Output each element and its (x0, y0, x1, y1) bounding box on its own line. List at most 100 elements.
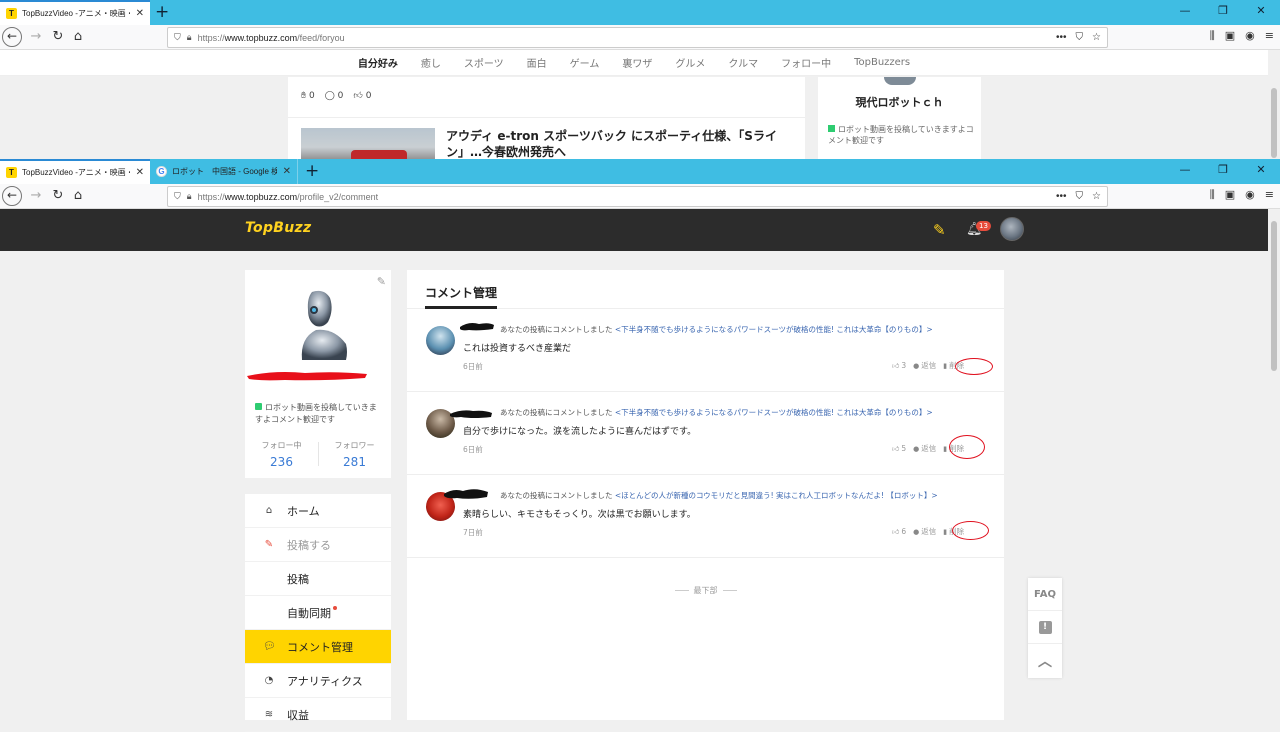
bookmark-star-icon[interactable]: ☆ (1092, 32, 1101, 43)
thumb-up-icon: 👍︎ (892, 362, 900, 370)
channel-name: 現代ロボットｃｈ (855, 96, 944, 109)
user-avatar[interactable] (1000, 217, 1024, 241)
pencil-icon[interactable]: ✎ (933, 221, 951, 239)
reply-button[interactable]: ● 返信 (913, 443, 936, 454)
new-tab-icon[interactable]: + (305, 161, 319, 181)
like-button[interactable]: 👍︎ 5 (892, 444, 906, 453)
close-tab-icon[interactable]: ✕ (136, 167, 144, 178)
article-thumbnail[interactable] (301, 128, 435, 160)
post-title-link[interactable]: <ほとんどの人が新種のコウモリだと見間違う! 実はこれ人工ロボットなんだよ! 【… (615, 491, 938, 500)
account-icon[interactable]: ◉ (1245, 188, 1255, 202)
category-item[interactable]: スポーツ (464, 55, 504, 70)
reply-button[interactable]: ● 返信 (913, 526, 936, 537)
bookmark-star-icon[interactable]: ☆ (1092, 191, 1101, 202)
comment-header: あなたの投稿にコメントしました <下半身不随でも歩けるようになるパワードスーツが… (500, 408, 933, 417)
topbuzz-logo[interactable]: TopBuzz (245, 220, 311, 236)
minimize-icon[interactable]: — (1166, 159, 1204, 184)
article-title[interactable]: アウディ e-tron スポーツバック にスポーティ仕様、「Sライン」…今春欧州… (446, 128, 781, 160)
site-header: TopBuzz ✎ 🔔︎ 13 (0, 209, 1268, 251)
front-url-bar[interactable]: ⛉ 🔒︎ https://www.topbuzz.com/profile_v2/… (167, 186, 1108, 207)
follow-stats: フォロー中 236 フォロワー 281 (245, 440, 391, 469)
new-tab-icon[interactable]: + (155, 2, 169, 22)
feedback-button[interactable]: ! (1028, 611, 1062, 644)
more-icon[interactable]: ••• (1056, 191, 1067, 202)
scroll-top-button[interactable]: ︿ (1028, 644, 1062, 677)
back-tab-topbuzz[interactable]: T TopBuzzVideo -アニメ・映画・音 ✕ (0, 0, 150, 25)
back-arrow-icon[interactable]: ← (2, 186, 22, 206)
side-channel-card: 現代ロボットｃｈ ロボット動画を投稿していきますよコメント歓迎です (818, 77, 981, 160)
topbuzz-favicon-icon: T (6, 8, 17, 19)
lock-icon[interactable]: 🔒︎ (187, 191, 192, 202)
forward-arrow-icon[interactable]: → (26, 187, 46, 205)
menu-icon[interactable]: ≡ (1265, 29, 1274, 43)
shield-icon[interactable]: ⛉ (174, 191, 181, 202)
category-item[interactable]: フォロー中 (781, 55, 831, 70)
menu-item-post[interactable]: ✎ 投稿する (245, 528, 391, 562)
menu-item-posts[interactable]: 投稿 (245, 562, 391, 596)
restore-icon[interactable]: ❐ (1204, 159, 1242, 184)
front-scrollbar[interactable] (1268, 209, 1280, 720)
home-icon: ⌂ (265, 505, 273, 516)
following-stat[interactable]: フォロー中 236 (245, 440, 318, 469)
minimize-icon[interactable]: — (1166, 0, 1204, 25)
pocket-icon[interactable]: ⛉ (1076, 191, 1084, 202)
menu-icon[interactable]: ≡ (1265, 188, 1274, 202)
menu-item-analytics[interactable]: ◔ アナリティクス (245, 664, 391, 698)
forward-arrow-icon[interactable]: → (26, 28, 46, 46)
category-item[interactable]: グルメ (675, 55, 705, 70)
thumb-up-icon[interactable]: 👍︎ 0 (353, 91, 371, 101)
library-icon[interactable]: ⫼ (1210, 29, 1215, 43)
home-icon[interactable]: ⌂ (68, 28, 88, 46)
menu-item-home[interactable]: ⌂ ホーム (245, 494, 391, 528)
commenter-avatar[interactable] (426, 326, 455, 355)
url-protocol: https:// (197, 32, 225, 43)
menu-item-revenue[interactable]: ≋ 収益 (245, 698, 391, 732)
menu-item-auto-sync[interactable]: 自動同期 (245, 596, 391, 630)
pocket-icon[interactable]: ⛉ (1076, 32, 1084, 43)
url-host: www.topbuzz.com (224, 32, 298, 43)
close-tab-icon[interactable]: ✕ (136, 8, 144, 19)
reload-icon[interactable]: ↻ (48, 187, 68, 205)
back-arrow-icon[interactable]: ← (2, 27, 22, 47)
like-button[interactable]: 👍︎ 3 (892, 361, 906, 370)
lock-icon[interactable]: 🔒︎ (187, 32, 192, 43)
front-tab-google[interactable]: G ロボット 中国語 - Google 検索 ✕ (150, 159, 298, 184)
comment-text: 自分で歩けになった。涙を流したように喜んだはずです。 (463, 427, 697, 437)
like-button[interactable]: 👍︎ 6 (892, 527, 906, 536)
front-tab-topbuzz[interactable]: T TopBuzzVideo -アニメ・映画・音 ✕ (0, 159, 150, 184)
close-tab-icon[interactable]: ✕ (283, 166, 291, 177)
faq-button[interactable]: FAQ (1028, 578, 1062, 611)
category-item[interactable]: 癒し (421, 55, 441, 70)
sidebar-icon[interactable]: ▣ (1225, 29, 1235, 43)
reply-button[interactable]: ● 返信 (913, 360, 936, 371)
library-icon[interactable]: ⫼ (1210, 188, 1215, 202)
menu-item-comments[interactable]: 💬︎ コメント管理 (245, 630, 391, 664)
category-item[interactable]: 自分好み (358, 55, 398, 70)
back-url-bar[interactable]: ⛉ 🔒︎ https://www.topbuzz.com/feed/foryou… (167, 27, 1108, 48)
shield-icon[interactable]: ⛉ (174, 32, 181, 43)
close-window-icon[interactable]: ✕ (1242, 159, 1280, 184)
restore-icon[interactable]: ❐ (1204, 0, 1242, 25)
back-scrollbar[interactable] (1268, 50, 1280, 160)
category-item[interactable]: TopBuzzers (854, 57, 910, 68)
post-title-link[interactable]: <下半身不随でも歩けるようになるパワードスーツが破格の性能! これは大革命【のり… (615, 408, 933, 417)
category-item[interactable]: 面白 (527, 55, 547, 70)
comment-icon: 💬︎ (263, 641, 276, 652)
more-icon[interactable]: ••• (1056, 32, 1067, 43)
redacted-commenter-name (450, 410, 492, 418)
followers-stat[interactable]: フォロワー 281 (318, 440, 391, 469)
reload-icon[interactable]: ↻ (48, 28, 68, 46)
category-item[interactable]: 裏ワザ (622, 55, 652, 70)
url-host: www.topbuzz.com (224, 191, 298, 202)
sidebar-icon[interactable]: ▣ (1225, 188, 1235, 202)
post-title-link[interactable]: <下半身不随でも歩けるようになるパワードスーツが破格の性能! これは大革命【のり… (615, 325, 933, 334)
reply-bubble-icon: ● (913, 445, 920, 453)
account-icon[interactable]: ◉ (1245, 29, 1255, 43)
comment-icon[interactable]: ◯ 0 (325, 91, 344, 101)
home-icon[interactable]: ⌂ (68, 187, 88, 205)
clap-icon[interactable]: ✋︎ 0 (301, 91, 315, 101)
category-item[interactable]: クルマ (728, 55, 758, 70)
close-window-icon[interactable]: ✕ (1242, 0, 1280, 25)
edit-profile-icon[interactable]: ✎ (377, 275, 386, 288)
category-item[interactable]: ゲーム (570, 55, 600, 70)
